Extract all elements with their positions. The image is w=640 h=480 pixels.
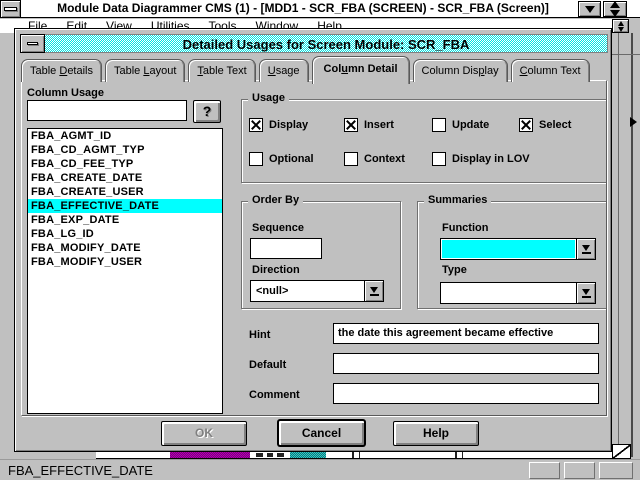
status-panel (529, 462, 560, 479)
list-item-fba-agmt-id[interactable]: FBA_AGMT_ID (28, 129, 222, 143)
list-item-fba-lg-id[interactable]: FBA_LG_ID (28, 227, 222, 241)
lookup-button[interactable]: ? (193, 100, 221, 123)
down-arrow-icon (610, 10, 620, 17)
dialog-control-menu-button[interactable] (20, 34, 45, 53)
column-usage-list[interactable]: FBA_AGMT_IDFBA_CD_AGMT_TYPFBA_CD_FEE_TYP… (27, 128, 223, 414)
status-bar: FBA_EFFECTIVE_DATE (0, 459, 640, 480)
up-arrow-icon (610, 1, 620, 8)
control-menu-icon (27, 42, 38, 45)
down-arrow-icon (585, 6, 595, 13)
status-text: FBA_EFFECTIVE_DATE (8, 463, 153, 478)
tab-column-detail[interactable]: Column Detail (312, 56, 410, 84)
tab-table-layout[interactable]: Table Layout (105, 59, 185, 82)
help-button[interactable]: Help (393, 421, 479, 446)
question-mark-icon: ? (203, 103, 212, 119)
down-arrow-icon (618, 27, 624, 32)
tab-column-text[interactable]: Column Text (511, 59, 590, 82)
background-window-edge (612, 54, 640, 55)
app-control-menu-button[interactable] (0, 0, 21, 18)
status-panel (599, 462, 633, 479)
dialog-title: Detailed Usages for Screen Module: SCR_F… (45, 34, 608, 53)
control-menu-icon (4, 7, 17, 11)
app-title: Module Data Diagrammer CMS (1) - [MDD1 -… (32, 0, 574, 18)
ok-button[interactable]: OK (161, 421, 247, 446)
up-arrow-icon (618, 21, 624, 26)
list-item-fba-exp-date[interactable]: FBA_EXP_DATE (28, 213, 222, 227)
list-item-fba-cd-agmt-typ[interactable]: FBA_CD_AGMT_TYP (28, 143, 222, 157)
list-item-fba-create-date[interactable]: FBA_CREATE_DATE (28, 171, 222, 185)
page-corner-icon (612, 444, 631, 459)
diagram-fragment (267, 453, 273, 457)
cancel-button[interactable]: Cancel (278, 420, 365, 446)
background-window-edge (631, 33, 633, 457)
tab-usage[interactable]: Usage (259, 59, 309, 82)
minimize-button[interactable] (578, 1, 601, 17)
list-item-fba-cd-fee-typ[interactable]: FBA_CD_FEE_TYP (28, 157, 222, 171)
tab-column-display[interactable]: Column Display (413, 59, 508, 82)
list-item-fba-effective-date[interactable]: FBA_EFFECTIVE_DATE (28, 199, 222, 213)
tab-bar: Table DetailsTable LayoutTable TextUsage… (21, 54, 590, 82)
restore-button[interactable] (603, 1, 627, 17)
column-usage-input[interactable] (27, 100, 187, 121)
diagram-fragment (277, 453, 284, 457)
app-title-bar: Module Data Diagrammer CMS (1) - [MDD1 -… (0, 0, 640, 18)
background-window-edge (618, 33, 619, 457)
mdi-child-restore-button[interactable] (612, 19, 629, 33)
list-item-fba-modify-user[interactable]: FBA_MODIFY_USER (28, 255, 222, 269)
list-item-fba-modify-date[interactable]: FBA_MODIFY_DATE (28, 241, 222, 255)
list-item-fba-create-user[interactable]: FBA_CREATE_USER (28, 185, 222, 199)
detailed-usages-dialog: Detailed Usages for Screen Module: SCR_F… (14, 28, 612, 452)
diagram-fragment (256, 453, 263, 457)
status-panel (564, 462, 595, 479)
dialog-title-bar: Detailed Usages for Screen Module: SCR_F… (20, 34, 608, 53)
tab-table-text[interactable]: Table Text (188, 59, 255, 82)
tab-table-details[interactable]: Table Details (21, 59, 102, 82)
scroll-arrow-icon (630, 117, 637, 127)
